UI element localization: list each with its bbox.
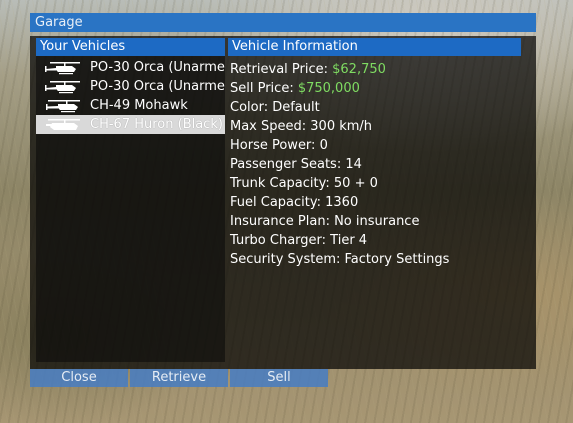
- vehicle-list[interactable]: PO-30 Orca (Unarmed) PO-30 Orca (Unarmed…: [36, 56, 225, 134]
- turbo-charger-line: Turbo Charger: Tier 4: [230, 233, 368, 248]
- dialog-title: Garage: [30, 13, 536, 32]
- dialog-body: Your Vehicles PO-30 Orca (Unarmed) PO-30…: [30, 36, 536, 369]
- helicopter-icon: [45, 61, 80, 74]
- button-bar: Close Retrieve Sell: [30, 369, 330, 387]
- vehicle-info-lines: Retrieval Price: $62,750 Sell Price: $75…: [228, 56, 521, 269]
- vehicles-panel: Your Vehicles PO-30 Orca (Unarmed) PO-30…: [36, 38, 225, 362]
- vehicles-header: Your Vehicles: [36, 38, 225, 56]
- retrieval-price-label: Retrieval Price:: [230, 62, 333, 77]
- garage-dialog: Garage Your Vehicles PO-30 Orca (Unarmed…: [30, 13, 536, 387]
- vehicle-info-panel: Vehicle Information Retrieval Price: $62…: [228, 38, 521, 269]
- sell-price-line: Sell Price: $750,000: [230, 79, 521, 98]
- retrieval-price-value: $62,750: [332, 62, 386, 77]
- helicopter-icon: [45, 80, 80, 93]
- vehicle-list-item[interactable]: PO-30 Orca (Unarmed): [36, 58, 225, 77]
- horse-power-line: Horse Power: 0: [230, 138, 328, 153]
- vehicle-list-item-label: PO-30 Orca (Unarmed): [90, 79, 225, 94]
- insurance-plan-line: Insurance Plan: No insurance: [230, 214, 420, 229]
- max-speed-line: Max Speed: 300 km/h: [230, 119, 373, 134]
- vehicle-list-item[interactable]: PO-30 Orca (Unarmed): [36, 77, 225, 96]
- security-system-line: Security System: Factory Settings: [230, 252, 450, 267]
- vehicle-info-header: Vehicle Information: [228, 38, 521, 56]
- vehicle-list-item-label: CH-49 Mohawk: [90, 98, 188, 113]
- fuel-capacity-line: Fuel Capacity: 1360: [230, 195, 359, 210]
- retrieval-price-line: Retrieval Price: $62,750: [230, 60, 521, 79]
- vehicle-list-item[interactable]: CH-49 Mohawk: [36, 96, 225, 115]
- sell-price-label: Sell Price:: [230, 81, 298, 96]
- passenger-seats-line: Passenger Seats: 14: [230, 157, 362, 172]
- helicopter-icon: [46, 118, 80, 130]
- helicopter-icon: [46, 99, 80, 112]
- retrieve-button[interactable]: Retrieve: [130, 369, 228, 387]
- close-button[interactable]: Close: [30, 369, 128, 387]
- vehicle-list-item-label: CH-67 Huron (Black): [90, 117, 223, 132]
- trunk-capacity-line: Trunk Capacity: 50 + 0: [230, 176, 378, 191]
- sell-button[interactable]: Sell: [230, 369, 328, 387]
- sell-price-value: $750,000: [297, 81, 360, 96]
- vehicle-list-item-label: PO-30 Orca (Unarmed): [90, 60, 225, 75]
- vehicle-list-item-selected[interactable]: CH-67 Huron (Black): [36, 115, 225, 134]
- color-line: Color: Default: [230, 100, 320, 115]
